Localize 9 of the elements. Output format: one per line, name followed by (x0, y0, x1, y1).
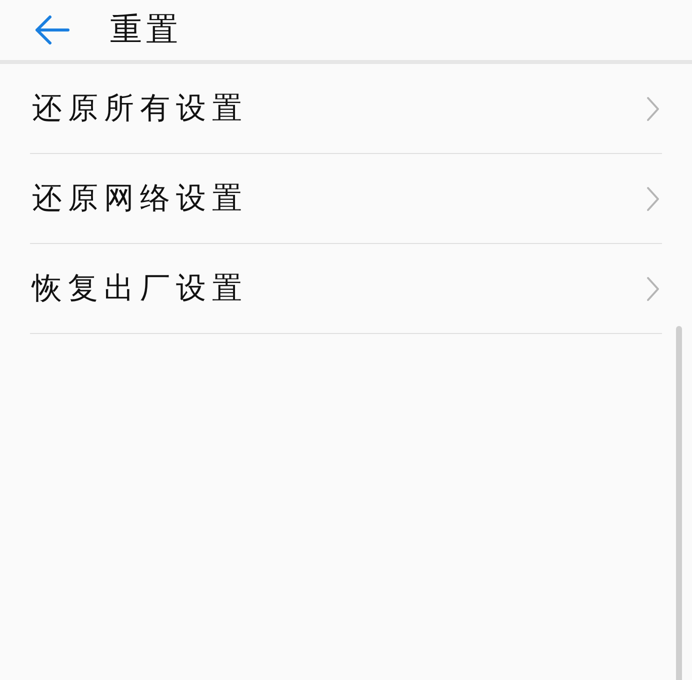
settings-item[interactable]: 还原所有设置 (30, 64, 662, 154)
chevron-icon (646, 186, 660, 212)
settings-item[interactable]: 还原网络设置 (30, 154, 662, 244)
settings-item[interactable]: 恢复出厂设置 (30, 244, 662, 334)
chevron-icon (646, 276, 660, 302)
back-icon[interactable] (34, 15, 70, 45)
scrollbar[interactable] (676, 326, 682, 680)
chevron-icon (646, 96, 660, 122)
page-title: 重置 (110, 9, 182, 50)
